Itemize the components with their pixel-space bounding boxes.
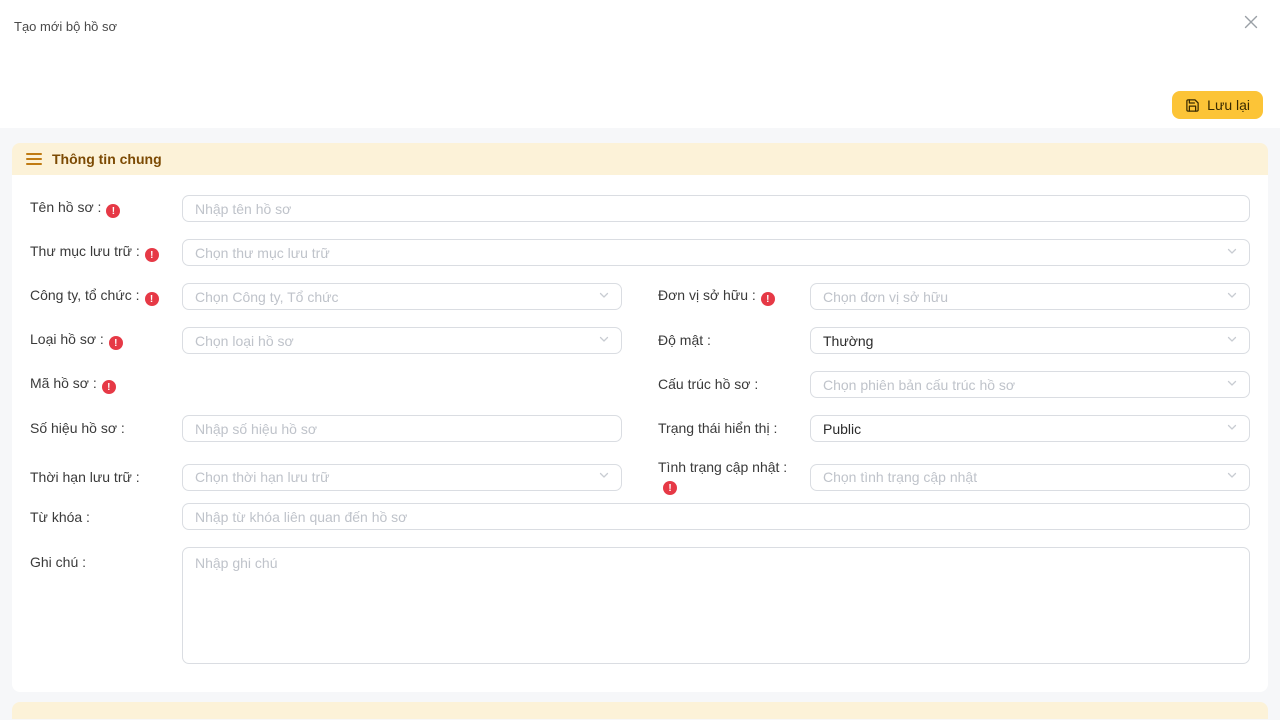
- don-vi-select[interactable]: Chọn đơn vị sở hữu: [810, 283, 1250, 310]
- required-icon: [761, 292, 775, 306]
- ghi-chu-textarea[interactable]: [182, 547, 1250, 664]
- thoi-han-select[interactable]: Chọn thời hạn lưu trữ: [182, 464, 622, 491]
- general-info-form: Tên hồ sơ : Thư mục lưu trữ : Chọn thư m…: [12, 175, 1268, 692]
- ghi-chu-label: Ghi chú :: [30, 547, 182, 571]
- save-button-label: Lưu lại: [1207, 97, 1250, 113]
- loai-ho-so-label: Loại hồ sơ :: [30, 331, 182, 351]
- chevron-down-icon: [1226, 332, 1238, 350]
- form-row: Mã hồ sơ : Cấu trúc hồ sơ : Chọn phiên b…: [30, 371, 1250, 398]
- tinh-trang-label: Tình trạng cập nhật :: [658, 459, 810, 495]
- required-icon: [109, 336, 123, 350]
- trang-thai-select[interactable]: Public: [810, 415, 1250, 442]
- required-icon: [145, 292, 159, 306]
- thu-muc-select[interactable]: Chọn thư mục lưu trữ: [182, 239, 1250, 266]
- cong-ty-select[interactable]: Chọn Công ty, Tổ chức: [182, 283, 622, 310]
- general-info-card: Thông tin chung Tên hồ sơ : Thư mục lưu …: [12, 143, 1268, 692]
- do-mat-select[interactable]: Thường: [810, 327, 1250, 354]
- floppy-disk-icon: [1185, 98, 1200, 113]
- ma-ho-so-label: Mã hồ sơ :: [30, 375, 182, 395]
- chevron-down-icon: [598, 468, 610, 486]
- chevron-down-icon: [1226, 468, 1238, 486]
- hamburger-icon: [26, 153, 42, 165]
- required-icon: [663, 481, 677, 495]
- so-hieu-label: Số hiệu hồ sơ :: [30, 420, 182, 437]
- tinh-trang-select[interactable]: Chọn tình trạng cập nhật: [810, 464, 1250, 491]
- do-mat-label: Độ mật :: [658, 332, 810, 349]
- chevron-down-icon: [1226, 420, 1238, 438]
- thu-muc-label: Thư mục lưu trữ :: [30, 243, 182, 263]
- section-header-general: Thông tin chung: [12, 143, 1268, 175]
- form-row: Loại hồ sơ : Chọn loại hồ sơ Độ mật : Th…: [30, 327, 1250, 354]
- required-icon: [102, 380, 116, 394]
- section-title: Thông tin chung: [52, 151, 162, 167]
- chevron-down-icon: [598, 288, 610, 306]
- don-vi-label: Đơn vị sở hữu :: [658, 287, 810, 307]
- chevron-down-icon: [1226, 288, 1238, 306]
- modal-header: Tạo mới bộ hồ sơ Lưu lại: [0, 0, 1280, 128]
- so-hieu-input[interactable]: [182, 415, 622, 442]
- tu-khoa-input[interactable]: [182, 503, 1250, 530]
- empty-field-area: [182, 371, 622, 398]
- chevron-down-icon: [598, 332, 610, 350]
- cau-truc-label: Cấu trúc hồ sơ :: [658, 376, 810, 393]
- form-row: Thư mục lưu trữ : Chọn thư mục lưu trữ: [30, 239, 1250, 266]
- form-row: Số hiệu hồ sơ : Trạng thái hiển thị : Pu…: [30, 415, 1250, 442]
- tu-khoa-label: Từ khóa :: [30, 509, 182, 526]
- cau-truc-select[interactable]: Chọn phiên bản cấu trúc hồ sơ: [810, 371, 1250, 398]
- ten-ho-so-label: Tên hồ sơ :: [30, 199, 182, 219]
- form-row: Ghi chú :: [30, 547, 1250, 664]
- close-icon: [1241, 12, 1261, 35]
- chevron-down-icon: [1226, 376, 1238, 394]
- save-button[interactable]: Lưu lại: [1172, 91, 1263, 119]
- required-icon: [145, 248, 159, 262]
- thoi-han-label: Thời hạn lưu trữ :: [30, 469, 182, 486]
- chevron-down-icon: [1226, 244, 1238, 262]
- form-row: Từ khóa :: [30, 503, 1250, 530]
- close-button[interactable]: [1240, 12, 1262, 34]
- next-section-header: [12, 702, 1268, 719]
- cong-ty-label: Công ty, tổ chức :: [30, 287, 182, 307]
- trang-thai-label: Trạng thái hiển thị :: [658, 420, 810, 437]
- ten-ho-so-input[interactable]: [182, 195, 1250, 222]
- loai-ho-so-select[interactable]: Chọn loại hồ sơ: [182, 327, 622, 354]
- modal-title: Tạo mới bộ hồ sơ: [14, 19, 117, 34]
- required-icon: [106, 204, 120, 218]
- form-row: Công ty, tổ chức : Chọn Công ty, Tổ chức…: [30, 283, 1250, 310]
- form-row: Tên hồ sơ :: [30, 195, 1250, 222]
- form-row: Thời hạn lưu trữ : Chọn thời hạn lưu trữ…: [30, 459, 1250, 495]
